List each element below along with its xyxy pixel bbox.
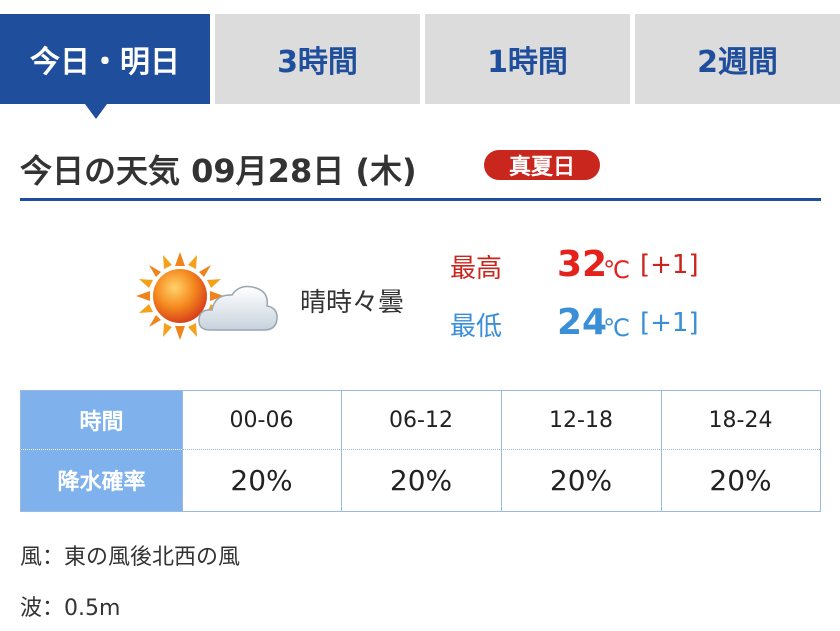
low-temp-unit: ℃ [603, 314, 630, 342]
low-temp-label: 最低 [450, 312, 503, 342]
time-cell: 12-18 [549, 407, 613, 433]
title-divider [20, 198, 821, 201]
tab-2-week[interactable]: 2週間 [635, 14, 840, 104]
precip-cell: 20% [549, 463, 613, 497]
precip-header: 降水確率 [21, 449, 182, 511]
tab-1-hour[interactable]: 1時間 [425, 14, 630, 104]
precipitation-table: 時間 降水確率 00-06 06-12 12-18 18-24 20% 20% … [20, 390, 821, 512]
low-temp-value: 24 [557, 302, 608, 343]
active-tab-pointer [85, 104, 107, 119]
wind-info: 風：東の風後北西の風 [20, 545, 241, 570]
time-cell: 00-06 [229, 407, 294, 433]
precip-cell: 20% [389, 463, 453, 497]
tab-today-tomorrow[interactable]: 今日・明日 [0, 14, 210, 104]
hot-day-badge: 真夏日 [484, 150, 600, 180]
high-temp-diff: [+1] [640, 250, 699, 280]
high-temp-value: 32 [557, 244, 608, 285]
page-title: 今日の天気 09月28日 (木) [20, 152, 417, 190]
high-temp-label: 最高 [450, 254, 503, 284]
time-cell: 18-24 [708, 407, 773, 433]
precip-cell: 20% [709, 463, 772, 497]
forecast-tabs: 今日・明日 3時間 1時間 2週間 [0, 14, 840, 104]
high-temp-unit: ℃ [603, 256, 630, 284]
precip-cell: 20% [230, 463, 293, 497]
header-divider [21, 449, 182, 450]
weather-condition: 晴時々曇 [300, 288, 405, 318]
time-cell: 06-12 [389, 407, 453, 433]
wave-info: 波：0.5m [20, 596, 121, 621]
title-row: 今日の天気 09月28日 (木) 真夏日 [20, 140, 821, 200]
low-temp-diff: [+1] [640, 308, 699, 338]
time-header: 時間 [21, 391, 182, 449]
sunny-then-cloudy-icon [132, 250, 282, 345]
tab-3-hour[interactable]: 3時間 [215, 14, 420, 104]
